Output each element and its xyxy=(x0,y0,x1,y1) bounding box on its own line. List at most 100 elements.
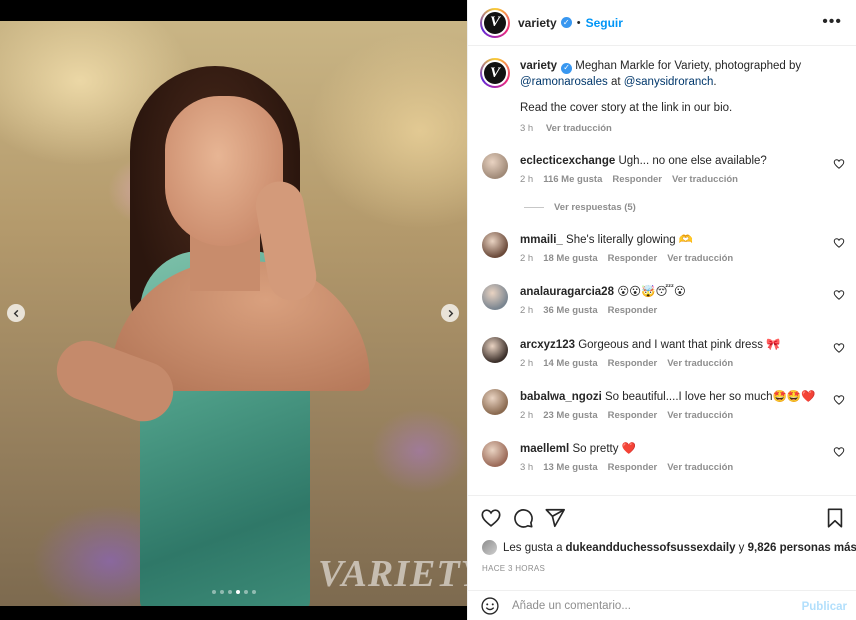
comment-likes[interactable]: 18 Me gusta xyxy=(543,253,597,264)
comment-item: maelleml So pretty ❤️ 3 h 13 Me gusta Respo… xyxy=(480,441,845,473)
caption-text: Meghan Markle for Variety, photographed … xyxy=(572,60,802,72)
post-side-panel: V variety ✓ • Seguir ••• V variety ✓ Megh… xyxy=(467,0,856,620)
share-send-icon[interactable] xyxy=(544,507,566,529)
comment-username[interactable]: maelleml xyxy=(520,443,569,455)
avatar[interactable]: V xyxy=(480,58,510,88)
caption-text: . xyxy=(713,76,717,88)
verified-badge-icon: ✓ xyxy=(561,62,573,74)
translate-link[interactable]: Ver traducción xyxy=(667,462,733,473)
carousel-indicator xyxy=(0,590,467,594)
comment-item: mmaili_ She's literally glowing 🫶 2 h 18 M… xyxy=(480,232,845,264)
comment-item: babalwa_ngozi So beautiful....I love her… xyxy=(480,389,845,421)
post-media: VARIETY xyxy=(0,0,467,620)
comment-time[interactable]: 3 h xyxy=(520,462,533,473)
comment-time[interactable]: 2 h xyxy=(520,358,533,369)
more-options-icon[interactable]: ••• xyxy=(822,14,842,30)
likes-summary: Les gusta a dukeandduchessofsussexdaily … xyxy=(482,540,856,555)
carousel-dot xyxy=(251,590,256,594)
comment-time[interactable]: 2 h xyxy=(520,410,533,421)
verified-badge-icon: ✓ xyxy=(560,17,572,28)
comment-username[interactable]: eclecticexchange xyxy=(520,155,615,167)
reply-button[interactable]: Responder xyxy=(608,253,658,264)
avatar[interactable] xyxy=(482,540,497,555)
comment-username[interactable]: arcxyz123 xyxy=(520,339,575,351)
reply-button[interactable]: Responder xyxy=(608,410,658,421)
comment-input[interactable]: Añade un comentario... xyxy=(512,600,631,612)
reply-button[interactable]: Responder xyxy=(608,305,658,316)
translate-link[interactable]: Ver traducción xyxy=(672,174,738,185)
comment-time[interactable]: 2 h xyxy=(520,174,533,185)
comment-time[interactable]: 2 h xyxy=(520,305,533,316)
add-comment-bar: Añade un comentario... Publicar xyxy=(468,590,856,620)
comment-like-heart-icon[interactable] xyxy=(833,158,845,170)
comment-text: She's literally glowing 🫶 xyxy=(566,234,694,246)
comment-like-heart-icon[interactable] xyxy=(833,446,845,458)
comment-item: analauragarcia28 😮😮🤯😴😮 2 h 36 Me gusta Resp… xyxy=(480,284,845,316)
chevron-left-icon xyxy=(13,309,18,317)
translate-link[interactable]: Ver traducción xyxy=(546,123,612,134)
translate-link[interactable]: Ver traducción xyxy=(667,410,733,421)
caption-time[interactable]: 3 h xyxy=(520,123,533,134)
carousel-prev-button[interactable] xyxy=(7,304,25,322)
comment-bubble-icon[interactable] xyxy=(512,507,534,529)
comment-item: arcxyz123 Gorgeous and I want that pink … xyxy=(480,337,845,369)
author-username[interactable]: variety xyxy=(518,16,557,30)
like-heart-icon[interactable] xyxy=(480,507,502,529)
caption-username[interactable]: variety xyxy=(520,60,557,72)
carousel-dot xyxy=(235,590,240,594)
comment-text: Ugh... no one else available? xyxy=(618,155,767,167)
comment-username[interactable]: babalwa_ngozi xyxy=(520,391,602,403)
comment-likes[interactable]: 36 Me gusta xyxy=(543,305,597,316)
avatar[interactable] xyxy=(482,441,508,467)
variety-logo-icon: V xyxy=(484,62,506,84)
likes-count[interactable]: 9,826 personas más xyxy=(748,542,856,554)
avatar[interactable]: V xyxy=(480,7,510,38)
comment-like-heart-icon[interactable] xyxy=(833,394,845,406)
view-replies-label: Ver respuestas (5) xyxy=(554,202,636,213)
chevron-right-icon xyxy=(448,309,453,317)
comment-username[interactable]: mmaili_ xyxy=(520,234,563,246)
comment-like-heart-icon[interactable] xyxy=(833,289,845,301)
avatar[interactable] xyxy=(482,284,508,310)
translate-link[interactable]: Ver traducción xyxy=(667,253,733,264)
emoji-smile-icon[interactable] xyxy=(480,596,500,616)
avatar[interactable] xyxy=(482,232,508,258)
comment-time[interactable]: 2 h xyxy=(520,253,533,264)
comment-username[interactable]: analauragarcia28 xyxy=(520,286,614,298)
liker-username[interactable]: dukeandduchessofsussexdaily xyxy=(565,542,735,554)
follow-button[interactable]: Seguir xyxy=(586,16,623,30)
caption-text: at xyxy=(607,76,624,88)
avatar[interactable] xyxy=(482,389,508,415)
bookmark-icon[interactable] xyxy=(824,507,846,529)
post-photo[interactable] xyxy=(0,21,467,606)
comment-item: eclecticexchange Ugh... no one else avai… xyxy=(480,153,845,185)
comment-like-heart-icon[interactable] xyxy=(833,237,845,249)
publish-button[interactable]: Publicar xyxy=(802,601,847,613)
post-dialog: VARIETY V variety ✓ • Seguir ••• V xyxy=(0,0,856,620)
comment-likes[interactable]: 14 Me gusta xyxy=(543,358,597,369)
carousel-next-button[interactable] xyxy=(441,304,459,322)
reply-button[interactable]: Responder xyxy=(612,174,662,185)
view-replies-button[interactable]: Ver respuestas (5) xyxy=(524,202,636,213)
post-caption: V variety ✓ Meghan Markle for Variety, ph… xyxy=(480,58,845,137)
action-bar xyxy=(468,495,856,539)
comment-text: So pretty ❤️ xyxy=(572,443,636,455)
mention-link[interactable]: @ramonarosales xyxy=(520,76,608,88)
variety-logo-icon: V xyxy=(484,11,506,34)
reply-button[interactable]: Responder xyxy=(608,462,658,473)
comment-likes[interactable]: 23 Me gusta xyxy=(543,410,597,421)
separator-dot: • xyxy=(576,16,581,29)
post-timestamp[interactable]: HACE 3 HORAS xyxy=(482,564,545,573)
mention-link[interactable]: @sanysidroranch xyxy=(624,76,714,88)
comment-likes[interactable]: 116 Me gusta xyxy=(543,174,602,185)
post-header: V variety ✓ • Seguir xyxy=(468,0,856,46)
comment-like-heart-icon[interactable] xyxy=(833,342,845,354)
reply-button[interactable]: Responder xyxy=(608,358,658,369)
avatar[interactable] xyxy=(482,337,508,363)
avatar[interactable] xyxy=(482,153,508,179)
caption-text: Read the cover story at the link in our … xyxy=(520,102,733,114)
translate-link[interactable]: Ver traducción xyxy=(667,358,733,369)
likes-middle: y xyxy=(735,541,748,554)
replies-line xyxy=(524,207,544,208)
comment-likes[interactable]: 13 Me gusta xyxy=(543,462,597,473)
